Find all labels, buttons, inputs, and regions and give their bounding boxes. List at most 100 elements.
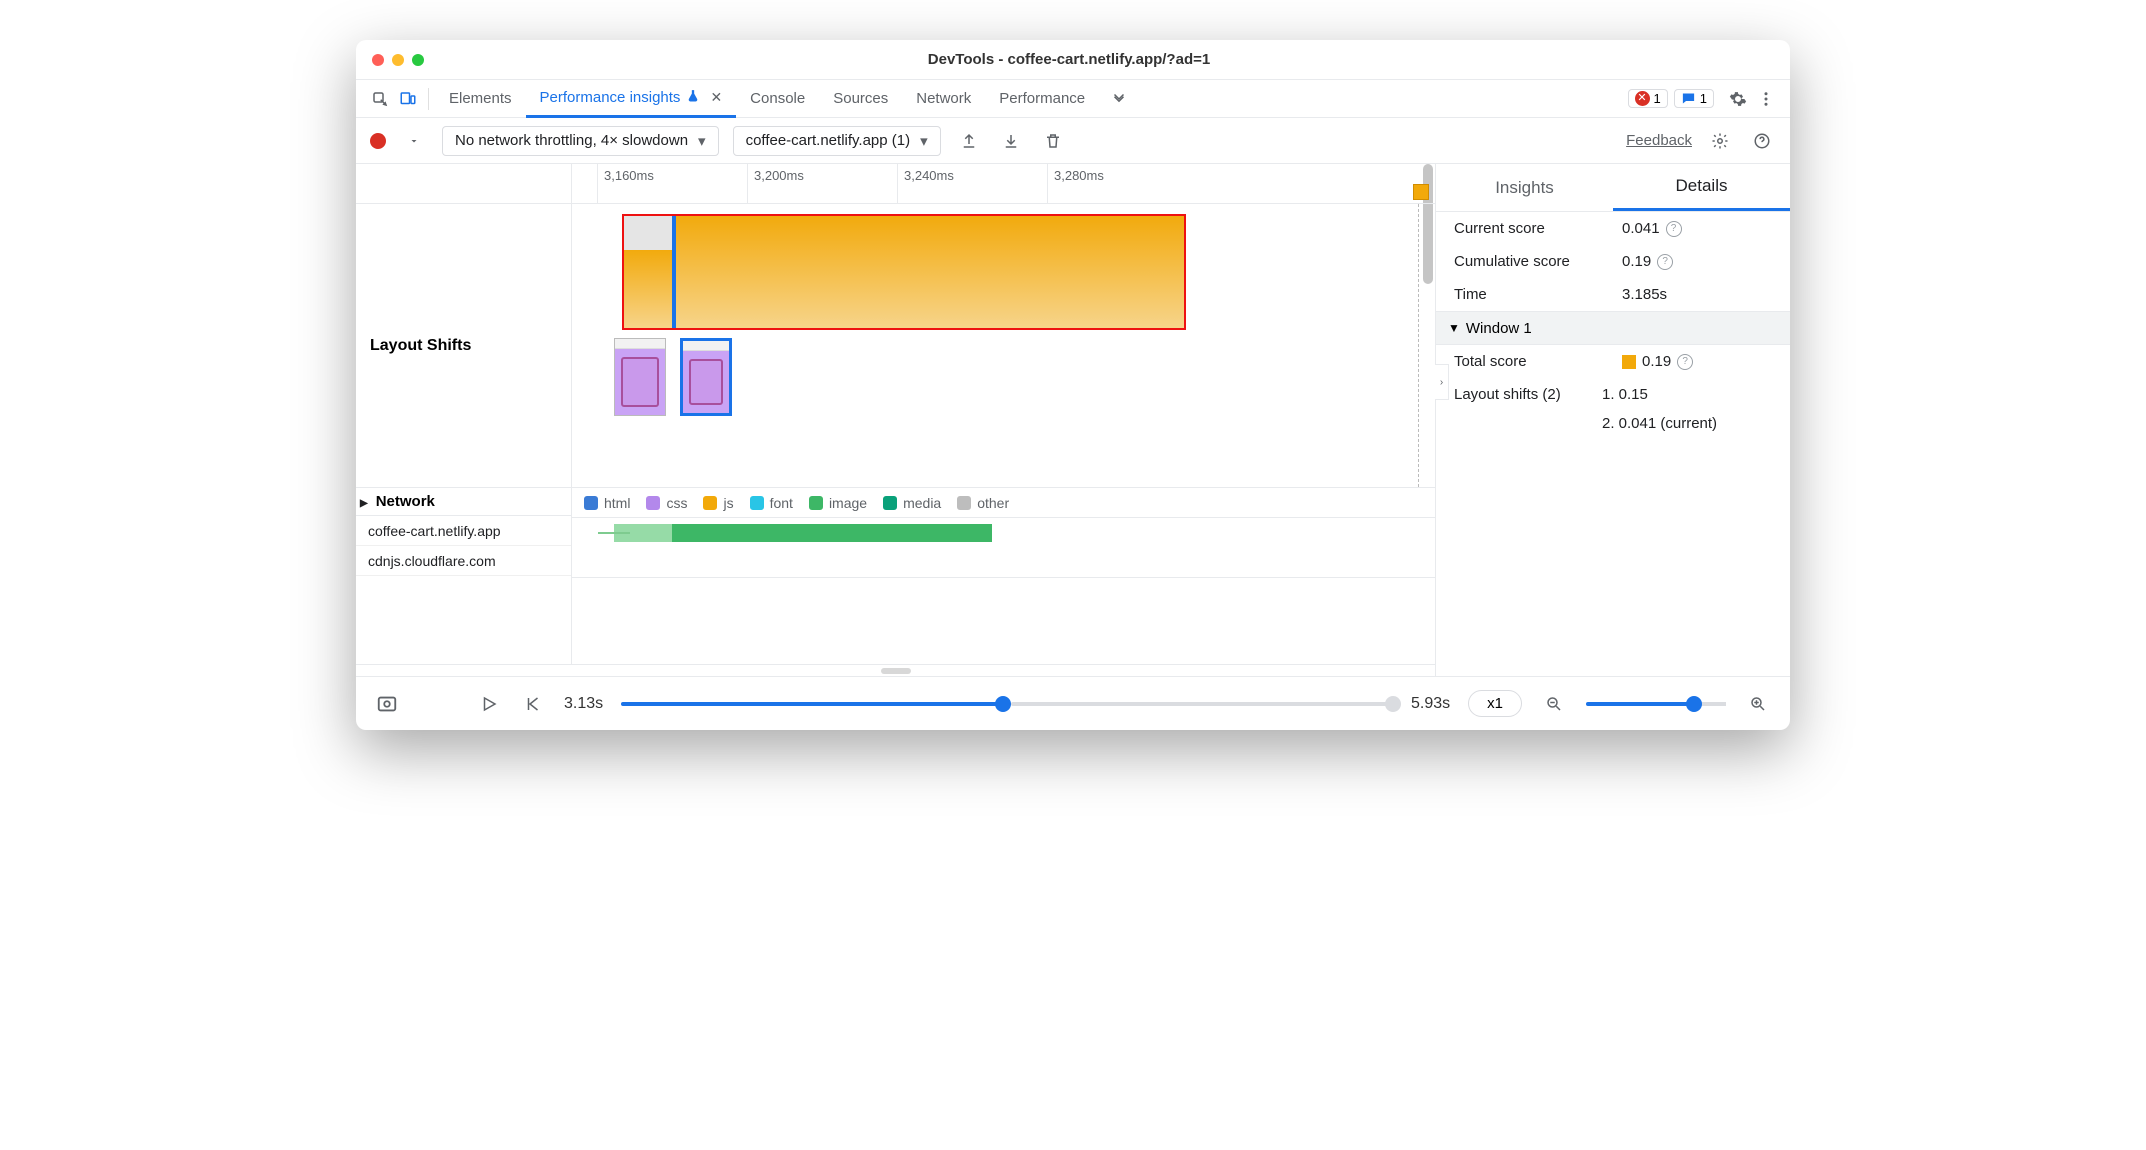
detail-key: Total score [1454, 353, 1622, 370]
detail-value: 0.19 [1622, 253, 1651, 270]
delete-icon[interactable] [1039, 127, 1067, 155]
detail-value: 0.19 [1642, 353, 1671, 370]
export-icon[interactable] [955, 127, 983, 155]
panel-toolbar: No network throttling, 4× slowdown ▾ cof… [356, 118, 1790, 164]
tab-elements[interactable]: Elements [435, 80, 526, 118]
panel-settings-icon[interactable] [1706, 127, 1734, 155]
expand-sidepanel-handle[interactable]: › [1435, 364, 1449, 400]
legend-swatch [646, 496, 660, 510]
window-controls [372, 54, 424, 66]
network-legend: html css js font image media other [572, 488, 1435, 518]
horizontal-scrollbar[interactable] [356, 664, 1435, 676]
preview-toggle-icon[interactable] [374, 691, 400, 717]
minimize-window-button[interactable] [392, 54, 404, 66]
layout-shifts-lane[interactable] [572, 204, 1435, 488]
error-icon: ✕ [1635, 91, 1650, 106]
tab-network[interactable]: Network [902, 80, 985, 118]
tab-label: Insights [1495, 178, 1554, 198]
selection-highlight [622, 214, 1186, 330]
legend-label: media [903, 495, 941, 511]
tab-label: Details [1676, 176, 1728, 196]
details-panel: Insights Details Current score 0.041? Cu… [1436, 164, 1790, 676]
layout-shift-entry[interactable]: 2. 0.041 (current) [1602, 415, 1717, 432]
message-count-badge[interactable]: 1 [1674, 89, 1714, 108]
close-window-button[interactable] [372, 54, 384, 66]
current-marker[interactable] [672, 216, 676, 328]
tab-label: Performance [999, 90, 1085, 107]
detail-key: Cumulative score [1454, 253, 1622, 270]
recording-select[interactable]: coffee-cart.netlify.app (1) ▾ [733, 126, 941, 156]
tab-performance[interactable]: Performance [985, 80, 1099, 118]
detail-value: 3.185s [1622, 286, 1667, 303]
tab-console[interactable]: Console [736, 80, 819, 118]
legend-label: css [666, 495, 687, 511]
legend-swatch [883, 496, 897, 510]
play-button[interactable] [476, 691, 502, 717]
zoom-in-icon[interactable] [1744, 690, 1772, 718]
window-title: DevTools - coffee-cart.netlify.app/?ad=1 [424, 51, 1714, 68]
network-host-row[interactable]: cdnjs.cloudflare.com [356, 546, 571, 576]
legend-swatch [584, 496, 598, 510]
help-icon[interactable]: ? [1657, 254, 1673, 270]
section-title: Window 1 [1466, 320, 1532, 337]
legend-label: other [977, 495, 1009, 511]
throttling-value: No network throttling, 4× slowdown [455, 132, 688, 149]
legend-label: js [723, 495, 733, 511]
chevron-down-icon: ▾ [920, 132, 928, 150]
layout-shift-entry[interactable]: 1. 0.15 [1602, 386, 1648, 403]
help-icon[interactable] [1748, 127, 1776, 155]
playback-speed[interactable]: x1 [1468, 690, 1522, 717]
maximize-window-button[interactable] [412, 54, 424, 66]
record-button[interactable] [370, 133, 386, 149]
recording-value: coffee-cart.netlify.app (1) [746, 132, 911, 149]
kebab-menu-icon[interactable] [1752, 85, 1780, 113]
message-icon [1681, 91, 1696, 106]
overview-marker[interactable] [1413, 184, 1429, 200]
sidepanel-tab-details[interactable]: Details [1613, 164, 1790, 211]
legend-swatch [957, 496, 971, 510]
network-request-bar[interactable] [614, 524, 992, 542]
window-section-header[interactable]: ▼ Window 1 [1436, 311, 1790, 345]
time-cursor-line [1418, 204, 1419, 487]
tab-sources[interactable]: Sources [819, 80, 902, 118]
inspect-icon[interactable] [366, 85, 394, 113]
network-host-row[interactable]: coffee-cart.netlify.app [356, 516, 571, 546]
playback-slider[interactable] [621, 702, 1003, 706]
legend-label: image [829, 495, 867, 511]
legend-label: html [604, 495, 630, 511]
error-count-badge[interactable]: ✕ 1 [1628, 89, 1668, 108]
ruler-tick: 3,200ms [747, 164, 804, 203]
device-toggle-icon[interactable] [394, 85, 422, 113]
tab-performance-insights[interactable]: Performance insights ✕ [526, 80, 737, 118]
playback-footer: 3.13s 5.93s x1 [356, 676, 1790, 730]
tab-label: Elements [449, 90, 512, 107]
record-menu-caret[interactable] [400, 127, 428, 155]
playback-end-time: 5.93s [1411, 695, 1450, 713]
help-icon[interactable]: ? [1677, 354, 1693, 370]
feedback-link[interactable]: Feedback [1626, 132, 1692, 149]
go-to-start-button[interactable] [520, 691, 546, 717]
close-tab-icon[interactable]: ✕ [710, 89, 722, 106]
settings-icon[interactable] [1724, 85, 1752, 113]
time-ruler[interactable]: 3,160ms 3,200ms 3,240ms 3,280ms [572, 164, 1435, 204]
network-lane[interactable] [572, 518, 1435, 578]
zoom-out-icon[interactable] [1540, 690, 1568, 718]
detail-key: Current score [1454, 220, 1622, 237]
tab-label: Console [750, 90, 805, 107]
score-swatch [1622, 355, 1636, 369]
ruler-tick: 3,240ms [897, 164, 954, 203]
screenshot-thumbnail[interactable] [614, 338, 666, 416]
detail-key: Layout shifts (2) [1454, 386, 1602, 403]
help-icon[interactable]: ? [1666, 221, 1682, 237]
window-titlebar: DevTools - coffee-cart.netlify.app/?ad=1 [356, 40, 1790, 80]
track-label-network[interactable]: Network [356, 488, 571, 516]
zoom-slider[interactable] [1586, 702, 1726, 706]
playback-slider-remaining[interactable] [1011, 702, 1393, 706]
import-icon[interactable] [997, 127, 1025, 155]
screenshot-thumbnail-selected[interactable] [680, 338, 732, 416]
throttling-select[interactable]: No network throttling, 4× slowdown ▾ [442, 126, 719, 156]
legend-swatch [703, 496, 717, 510]
tab-label: Performance insights [540, 89, 681, 106]
more-tabs-icon[interactable] [1105, 85, 1133, 113]
sidepanel-tab-insights[interactable]: Insights [1436, 164, 1613, 211]
